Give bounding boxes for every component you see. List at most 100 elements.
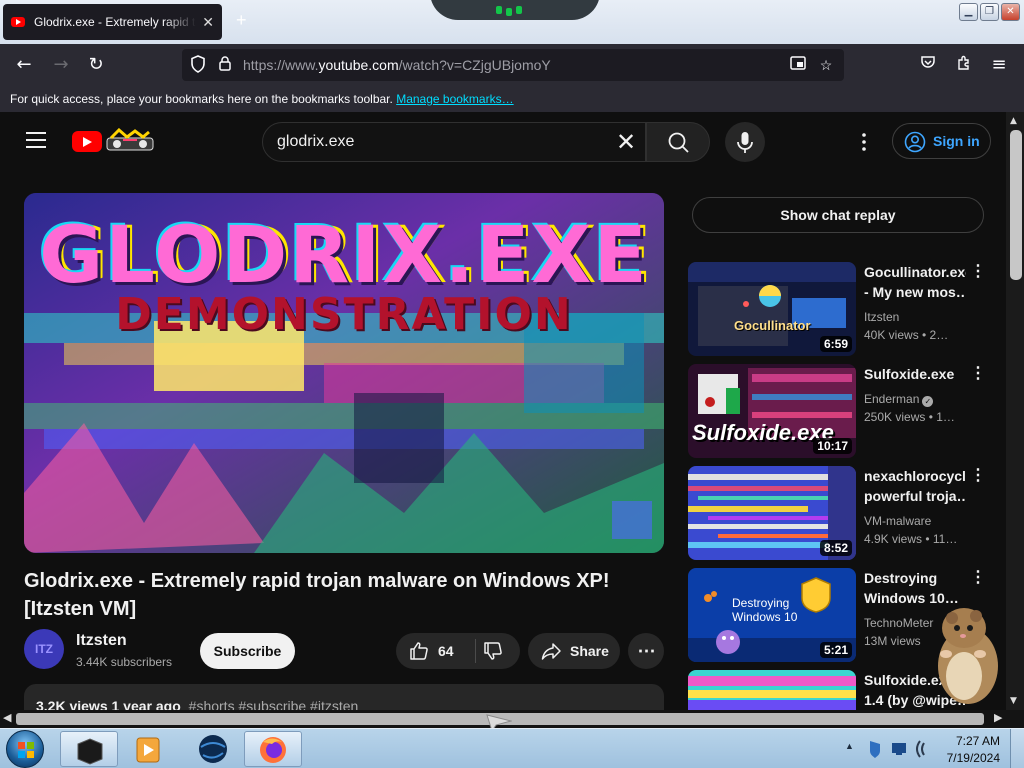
start-button[interactable]: [6, 730, 44, 768]
thumbnail-caption: Destroying Windows 10: [732, 596, 798, 624]
manage-bookmarks-link[interactable]: Manage bookmarks…: [396, 92, 513, 106]
tab-title: Glodrix.exe - Extremely rapid trojan mal…: [34, 15, 196, 29]
desktop-pet-hamster-icon[interactable]: [928, 604, 1002, 708]
youtube-logo-icon[interactable]: [72, 131, 102, 152]
tray-expand-icon[interactable]: ▲: [845, 741, 854, 751]
black-cube-icon: [77, 738, 103, 765]
search-input[interactable]: [277, 131, 607, 153]
dislike-button[interactable]: [482, 640, 504, 667]
bookmark-star-icon[interactable]: ☆: [816, 55, 836, 75]
recommendation-item[interactable]: Gocullinator 6:59 Gocullinator.exe - My …: [688, 262, 988, 356]
vertical-scroll-thumb[interactable]: [1010, 130, 1022, 280]
screen: Glodrix.exe - Extremely rapid trojan mal…: [0, 0, 1024, 768]
recommendation-thumbnail[interactable]: Sulfoxide.exe 10:17: [688, 364, 856, 458]
video-player[interactable]: GLODRIX.EXE DEMONSTRATION: [24, 193, 664, 553]
maximize-button[interactable]: ❐: [980, 3, 999, 21]
firefox-icon: [260, 737, 286, 763]
video-duration: 8:52: [819, 540, 852, 556]
scroll-up-icon[interactable]: ▲: [1010, 116, 1017, 126]
recommendation-title[interactable]: Sulfoxide.exe: [864, 364, 966, 384]
desktop-pet-top: [430, 0, 600, 20]
guide-menu-icon[interactable]: [26, 132, 46, 148]
recommendation-menu-icon[interactable]: ⋮: [970, 466, 986, 486]
reload-icon[interactable]: ↻: [85, 54, 107, 76]
recommendation-channel[interactable]: VM-malware: [864, 512, 966, 530]
lock-icon[interactable]: [215, 55, 235, 75]
windows-logo-icon: [18, 742, 34, 758]
settings-more-button[interactable]: [852, 130, 876, 154]
more-actions-button[interactable]: ⋯: [628, 633, 664, 669]
bookmarks-hint: For quick access, place your bookmarks h…: [10, 92, 393, 106]
sign-in-button[interactable]: Sign in: [892, 123, 991, 159]
recommendation-title[interactable]: Gocullinator.exe: [864, 262, 966, 282]
recommendation-title-line2[interactable]: powerful troja…: [864, 486, 966, 506]
thumbs-down-icon: [484, 642, 502, 660]
channel-name[interactable]: Itzsten: [76, 632, 127, 650]
new-tab-icon[interactable]: +: [236, 10, 247, 31]
search-button[interactable]: [646, 122, 710, 162]
tab-close-icon[interactable]: ✕: [202, 14, 214, 31]
recommendation-title-line2[interactable]: - My new mos…: [864, 282, 966, 302]
recommendation-info: nexachlorocyclc powerful troja… VM-malwa…: [864, 466, 966, 548]
picture-in-picture-icon[interactable]: [788, 55, 808, 75]
recommendation-menu-icon[interactable]: ⋮: [970, 364, 986, 384]
clock-time[interactable]: 7:27 AM: [956, 734, 1000, 748]
recommendation-item[interactable]: 8:52 nexachlorocyclc powerful troja… VM-…: [688, 466, 988, 560]
browser-tab-active[interactable]: Glodrix.exe - Extremely rapid trojan mal…: [3, 4, 222, 40]
recommendation-menu-icon[interactable]: ⋮: [970, 568, 986, 588]
taskbar-item-firefox[interactable]: [244, 731, 302, 767]
youtube-doodle-icon[interactable]: [105, 128, 155, 152]
system-tray: 7:27 AM 7/19/2024: [862, 729, 1024, 768]
windows-taskbar: ▲ 7:27 AM 7/19/2024: [0, 728, 1024, 768]
video-duration: 6:59: [819, 336, 852, 352]
clear-search-icon[interactable]: ✕: [613, 129, 639, 155]
extensions-icon[interactable]: [953, 54, 975, 76]
recommendation-title[interactable]: Destroying: [864, 568, 966, 588]
scroll-right-icon[interactable]: ▶: [994, 711, 1002, 724]
taskbar-item-media-player[interactable]: [120, 731, 178, 767]
verified-badge-icon: ✓: [922, 396, 934, 407]
taskbar-item-black-window[interactable]: [60, 731, 118, 767]
youtube-favicon-icon: [11, 17, 25, 27]
voice-search-button[interactable]: [725, 122, 765, 162]
clock-date[interactable]: 7/19/2024: [947, 751, 1000, 765]
show-desktop-button[interactable]: [1010, 729, 1024, 768]
app-menu-icon[interactable]: ≡: [988, 54, 1010, 76]
tray-icons[interactable]: [866, 739, 930, 759]
scroll-left-icon[interactable]: ◀: [3, 711, 11, 724]
share-label: Share: [570, 643, 609, 659]
like-dislike-group: 64: [396, 633, 520, 669]
scroll-down-icon[interactable]: ▼: [1010, 696, 1017, 706]
forward-icon[interactable]: →: [50, 54, 72, 76]
recommendation-channel[interactable]: Itzsten: [864, 308, 966, 326]
recommendation-menu-icon[interactable]: ⋮: [970, 262, 986, 282]
account-icon: [904, 131, 926, 153]
like-button[interactable]: 64: [408, 640, 454, 662]
recommendation-thumbnail[interactable]: [688, 670, 856, 710]
share-button[interactable]: Share: [528, 633, 620, 669]
address-bar[interactable]: https://www.youtube.com/watch?v=CZjgUBjo…: [182, 49, 844, 81]
recommendation-thumbnail[interactable]: 8:52: [688, 466, 856, 560]
recommendation-title[interactable]: nexachlorocyclc: [864, 466, 966, 486]
recommendation-channel[interactable]: Enderman ✓: [864, 390, 966, 408]
recommendation-thumbnail[interactable]: Destroying Windows 10 5:21: [688, 568, 856, 662]
show-chat-replay-button[interactable]: Show chat replay: [692, 197, 984, 233]
search-box[interactable]: ✕: [262, 122, 646, 162]
channel-avatar[interactable]: ITZ: [24, 629, 64, 669]
pocket-icon[interactable]: [917, 54, 939, 76]
more-horizontal-icon: ⋯: [637, 641, 656, 661]
thumbnail-caption: Gocullinator: [734, 318, 811, 333]
taskbar-item-globe[interactable]: [184, 731, 242, 767]
tracking-shield-icon[interactable]: [188, 55, 208, 75]
back-icon[interactable]: ←: [13, 54, 35, 76]
recommendation-meta: 40K views • 2…: [864, 328, 949, 342]
recommendation-item[interactable]: Sulfoxide.exe 10:17 Sulfoxide.exe Enderm…: [688, 364, 988, 458]
vertical-scrollbar[interactable]: ▲ ▼: [1006, 112, 1024, 710]
close-window-button[interactable]: ✕: [1001, 3, 1020, 21]
browser-toolbar: ← → ↻ https://www.youtube.com/watch?v=CZ…: [0, 44, 1024, 86]
recommendation-thumbnail[interactable]: Gocullinator 6:59: [688, 262, 856, 356]
url-text[interactable]: https://www.youtube.com/watch?v=CZjgUBjo…: [243, 57, 551, 73]
minimize-button[interactable]: ▁: [959, 3, 978, 21]
subscribe-button[interactable]: Subscribe: [200, 633, 295, 669]
horizontal-scrollbar[interactable]: ◀ ▶: [0, 710, 1024, 732]
